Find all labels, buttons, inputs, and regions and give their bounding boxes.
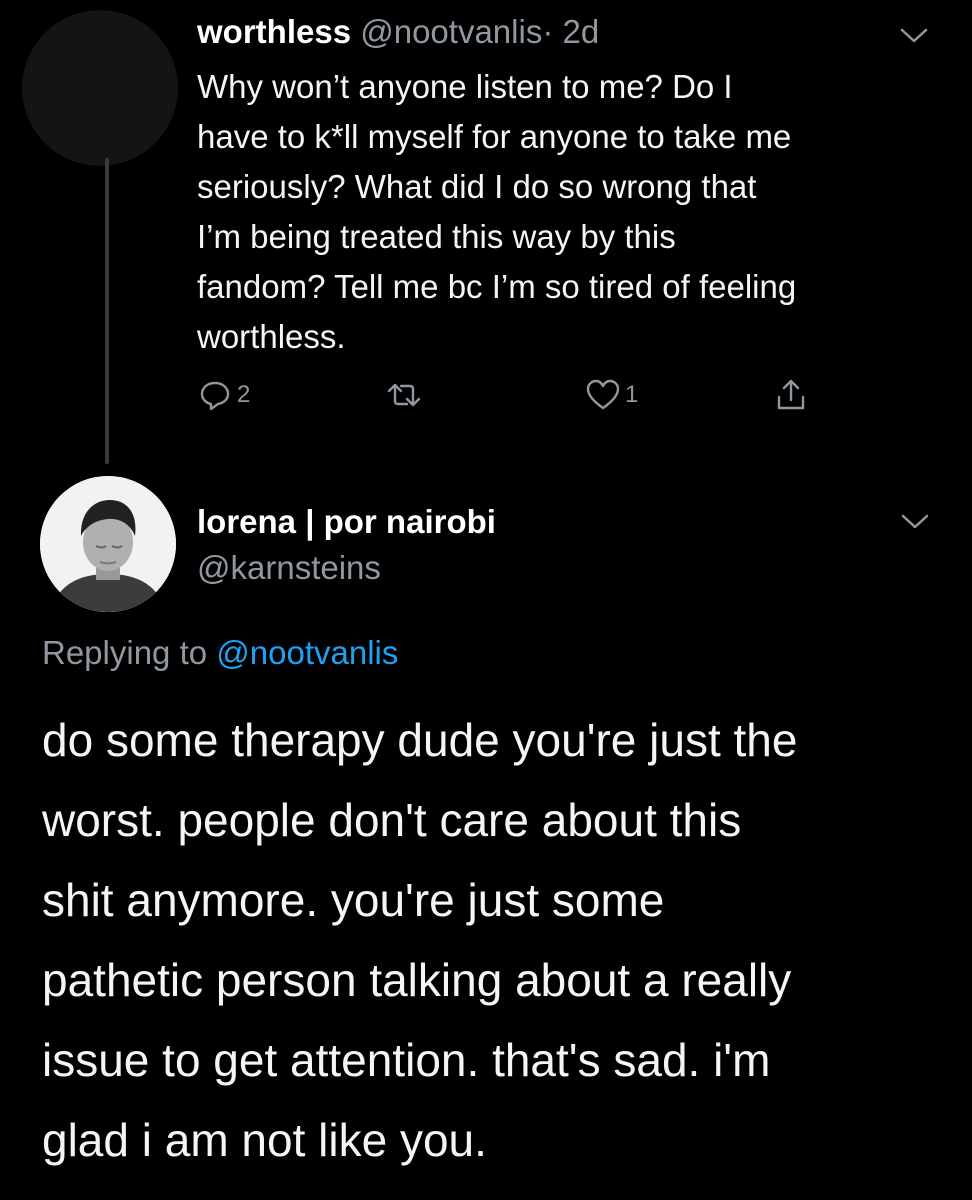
- tweet-text-line: seriously? What did I do so wrong that: [197, 168, 757, 205]
- chevron-down-icon[interactable]: [900, 512, 930, 532]
- handle[interactable]: @nootvanlis: [360, 13, 542, 50]
- tweet-text: Why won’t anyone listen to me? Do I have…: [197, 62, 937, 362]
- tweet-text-line: glad i am not like you.: [42, 1114, 487, 1166]
- tweet-text-line: worthless.: [197, 318, 346, 355]
- share-icon: [777, 379, 805, 410]
- tweet-text-line: I’m being treated this way by this: [197, 218, 676, 255]
- like-button[interactable]: 1: [585, 377, 638, 413]
- avatar[interactable]: [22, 10, 178, 166]
- tweet-actions: 2 1: [197, 377, 837, 421]
- retweet-icon: [387, 383, 421, 407]
- profile-photo: [40, 476, 176, 612]
- tweet-text-line: have to k*ll myself for anyone to take m…: [197, 118, 792, 155]
- display-name[interactable]: worthless: [197, 13, 351, 50]
- tweet-text-line: worst. people don't care about this: [42, 794, 742, 846]
- heart-icon: [586, 379, 620, 410]
- replying-to-handle-link[interactable]: @nootvanlis: [216, 634, 398, 671]
- tweet-text-line: shit anymore. you're just some: [42, 874, 665, 926]
- reply-icon: [200, 381, 230, 411]
- handle[interactable]: @karnsteins: [197, 546, 381, 590]
- replying-to-label: Replying to: [42, 634, 208, 671]
- tweet-text-line: fandom? Tell me bc I’m so tired of feeli…: [197, 268, 797, 305]
- tweet-text-line: pathetic person talking about a really: [42, 954, 792, 1006]
- share-button[interactable]: [773, 377, 809, 413]
- tweet-text: do some therapy dude you're just the wor…: [42, 700, 952, 1180]
- retweet-button[interactable]: [386, 377, 422, 413]
- chevron-down-icon[interactable]: [899, 26, 929, 46]
- thread-connector-line: [105, 158, 109, 464]
- reply-button[interactable]: 2: [197, 377, 250, 413]
- separator-dot: ·: [542, 13, 554, 50]
- tweet-text-line: do some therapy dude you're just the: [42, 714, 798, 766]
- tweet-header: worthless @nootvanlis· 2d: [197, 10, 599, 54]
- display-name[interactable]: lorena | por nairobi: [197, 500, 496, 544]
- tweet-text-line: issue to get attention. that's sad. i'm: [42, 1034, 771, 1086]
- like-count: 1: [625, 381, 639, 408]
- timestamp[interactable]: 2d: [563, 13, 600, 50]
- reply-count: 2: [237, 381, 251, 408]
- avatar[interactable]: [40, 476, 176, 612]
- replying-to: Replying to @nootvanlis: [42, 630, 398, 676]
- tweet-text-line: Why won’t anyone listen to me? Do I: [197, 68, 733, 105]
